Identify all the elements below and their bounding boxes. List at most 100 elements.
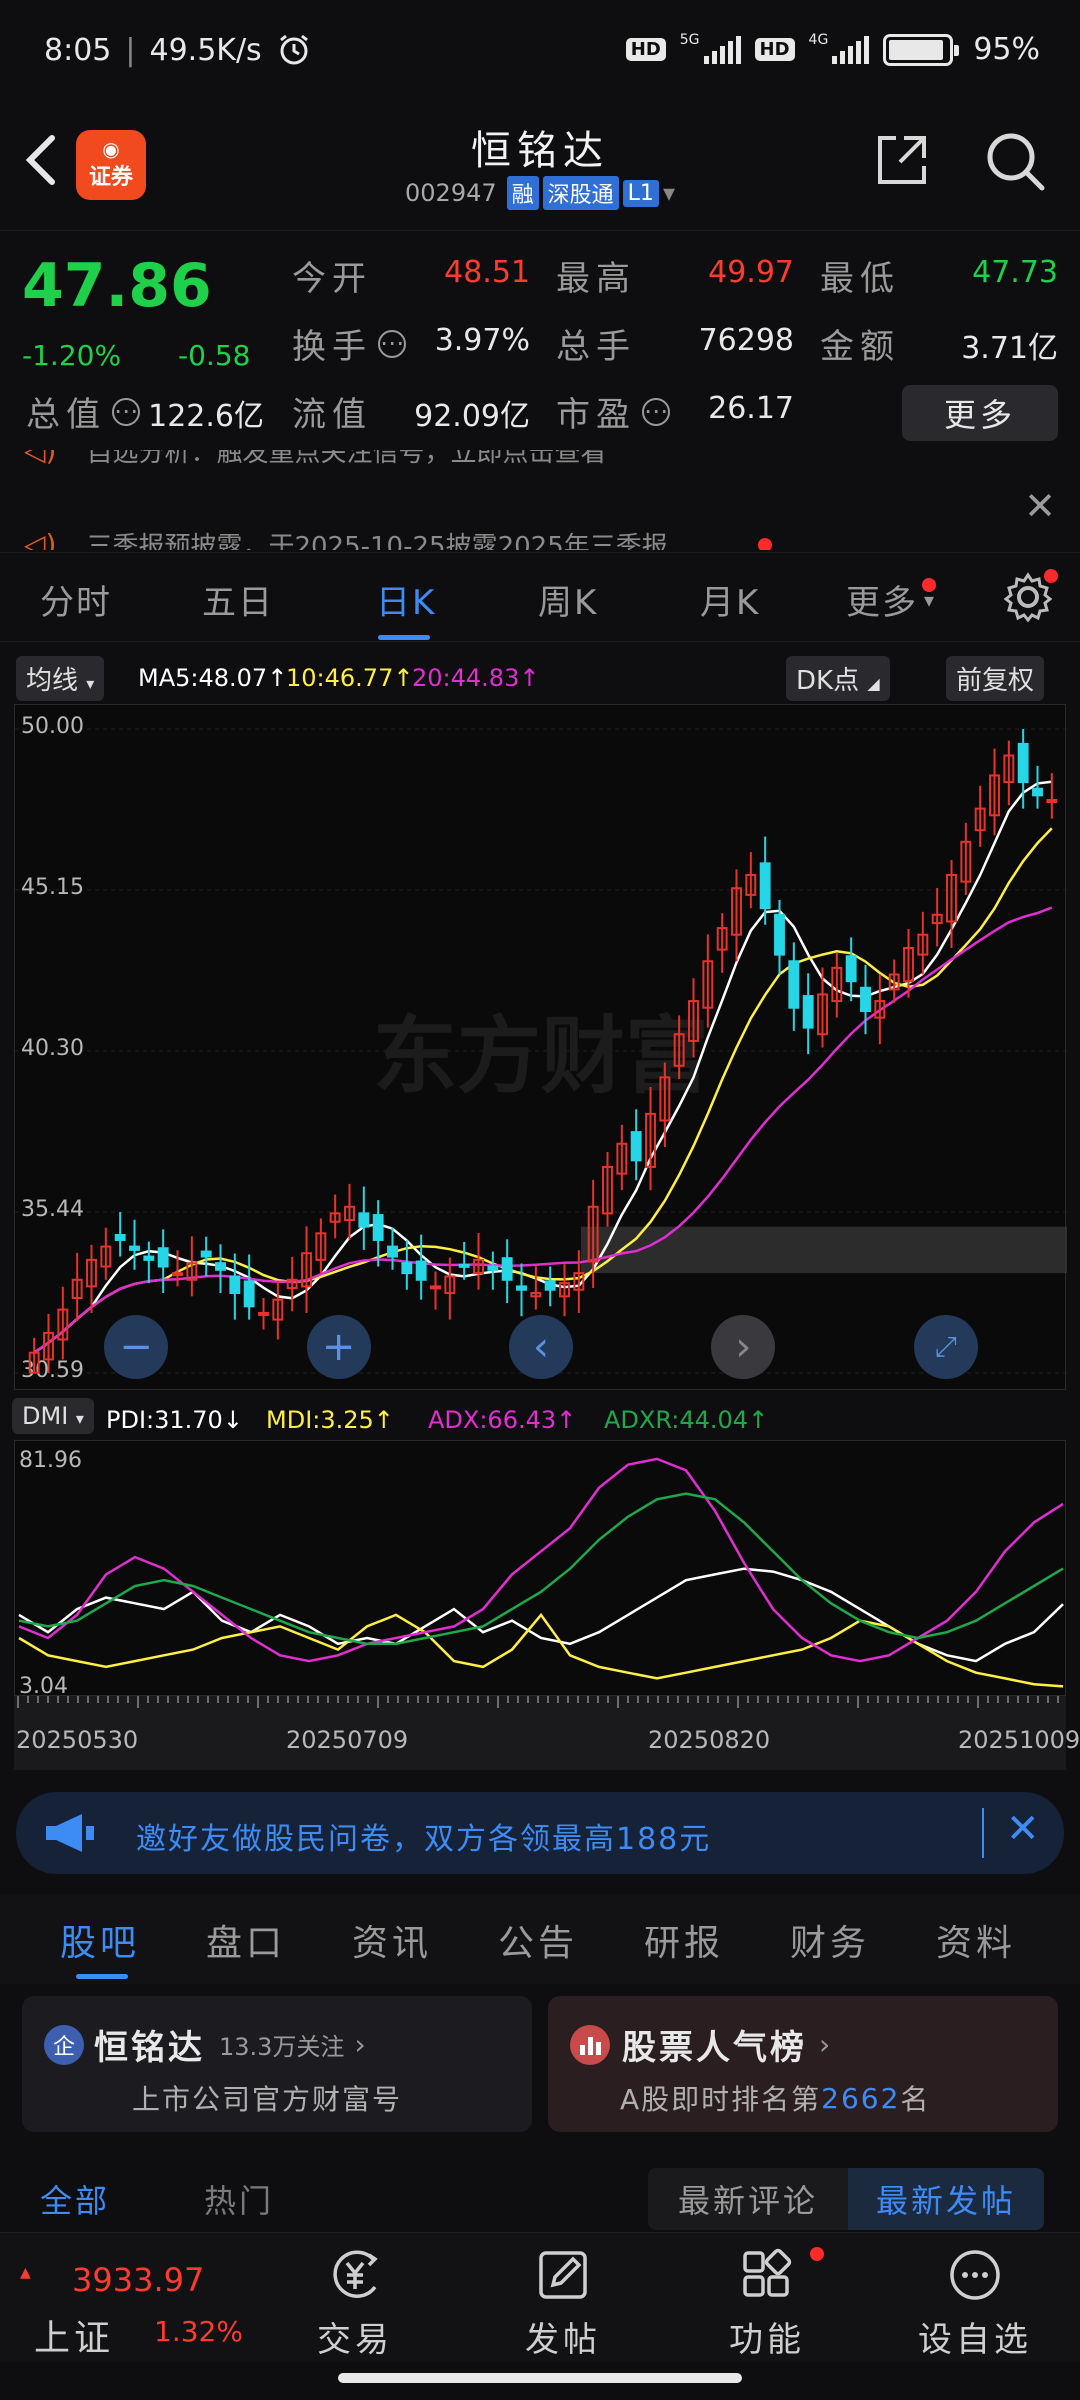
status-bar: 8:05 | 49.5K/s HD 5G HD 4G 95% xyxy=(0,0,1080,100)
tab-daily-k[interactable]: 日K xyxy=(376,575,436,624)
date-axis: 20250530 20250709 20250820 20251009 xyxy=(14,1696,1080,1770)
status-divider: | xyxy=(125,32,136,68)
alarm-icon xyxy=(279,34,308,65)
company-card[interactable]: 企 恒铭达 13.3万关注 › 上市公司官方财富号 xyxy=(22,1996,532,2132)
candle xyxy=(157,1229,169,1294)
tab-monthly-k[interactable]: 月K xyxy=(700,575,760,624)
zoom-out-button[interactable]: − xyxy=(104,1315,169,1379)
sort-latest-comment[interactable]: 最新评论 xyxy=(648,2168,848,2230)
ma-toggle[interactable]: 均线 ▾ xyxy=(16,656,105,701)
tab-five-day[interactable]: 五日 xyxy=(202,575,274,624)
popularity-card[interactable]: 股票人气榜 › A股即时排名第 2662 名 xyxy=(548,1996,1058,2132)
tab-more[interactable]: 更多 ▾ xyxy=(846,575,937,624)
bottom-nav: ▲ 3933.97 上证 1.32% 交易 发帖 功能 设自选 xyxy=(0,2232,1080,2362)
tab-announcements[interactable]: 公告 xyxy=(498,1914,578,1966)
sort-latest-post[interactable]: 最新发帖 xyxy=(848,2168,1044,2230)
close-notice-button[interactable]: ✕ xyxy=(1024,484,1056,528)
watermark: 东方财富 xyxy=(373,1007,709,1105)
mktcap-info[interactable]: 总值 ⋯ xyxy=(26,387,140,436)
tab-order-book[interactable]: 盘口 xyxy=(206,1914,286,1966)
float-label: 流值 xyxy=(292,395,372,435)
candle xyxy=(458,1241,470,1280)
candle xyxy=(831,952,843,1018)
float-value: 92.09亿 xyxy=(414,399,530,434)
banner-divider xyxy=(982,1808,984,1858)
hd-badge: HD xyxy=(625,38,666,61)
dmi-chart[interactable]: 81.96 3.04 xyxy=(14,1440,1066,1697)
tab-forum[interactable]: 股吧 xyxy=(60,1914,140,1966)
index-change: 1.32% xyxy=(154,2315,243,2348)
close-banner-button[interactable]: ✕ xyxy=(1006,1806,1040,1852)
ma20-value: 20:44.83↑ xyxy=(412,664,540,692)
tab-news[interactable]: 资讯 xyxy=(352,1914,432,1966)
candle xyxy=(200,1236,212,1277)
chevron-right-icon: › xyxy=(354,2028,366,2061)
more-quote-button[interactable]: 更多 xyxy=(902,385,1058,441)
tab-more-label: 更多 xyxy=(846,583,918,623)
unread-dot xyxy=(810,2247,824,2261)
volume-value: 76298 xyxy=(698,323,794,358)
plus-icon: + xyxy=(321,1324,356,1370)
y-tick-label: 81.96 xyxy=(19,1448,82,1473)
price-adjust-button[interactable]: 前复权 xyxy=(946,656,1045,701)
notice-item[interactable]: ◁) 自选分析：触发重点关注信号，立即点击查看 xyxy=(24,450,606,469)
pan-left-button[interactable]: ‹ xyxy=(508,1315,573,1379)
popularity-card-title: 股票人气榜 xyxy=(622,2028,807,2068)
share-button[interactable] xyxy=(874,132,930,192)
date-tick-label: 20250530 xyxy=(16,1726,139,1754)
turnover-info[interactable]: 换手 ⋯ xyxy=(292,319,406,368)
candle xyxy=(931,887,943,947)
stock-code: 002947 xyxy=(405,179,497,207)
mdi-line xyxy=(18,1612,1064,1688)
home-indicator[interactable] xyxy=(338,2373,742,2383)
dk-point-button[interactable]: DK点 ◢ xyxy=(786,656,890,701)
candle xyxy=(716,913,728,973)
chevron-right-icon: › xyxy=(819,2028,831,2061)
index-ticker[interactable]: ▲ 3933.97 上证 1.32% xyxy=(20,2233,250,2363)
notice-strip[interactable]: ◁) 自选分析：触发重点关注信号，立即点击查看 ◁) 三季报预披露，于2025-… xyxy=(0,450,1080,550)
pe-info[interactable]: 市盈 ⋯ xyxy=(556,387,670,436)
zoom-in-button[interactable]: + xyxy=(306,1315,371,1379)
fullscreen-button[interactable]: ⤢ xyxy=(913,1315,978,1379)
nav-trade[interactable]: 交易 xyxy=(280,2247,430,2361)
filter-hot[interactable]: 热门 xyxy=(204,2168,274,2230)
search-button[interactable] xyxy=(984,130,1046,196)
network-type-4g: 4G xyxy=(808,32,829,48)
candle xyxy=(802,973,814,1055)
candle xyxy=(559,1264,570,1317)
chart-settings-button[interactable] xyxy=(1002,569,1058,627)
date-tick-label: 20250709 xyxy=(286,1726,409,1754)
candle xyxy=(143,1241,155,1284)
chart-controls: − + ‹ › ⤢ xyxy=(15,1315,1067,1379)
nav-trade-label: 交易 xyxy=(317,2320,393,2360)
edit-icon xyxy=(539,2251,587,2299)
nav-functions[interactable]: 功能 xyxy=(692,2247,842,2361)
signal-icon-2 xyxy=(832,35,870,64)
k-line-chart[interactable]: 50.00 45.15 40.30 35.44 30.59 东方财富 − + ‹ › ⤢ xyxy=(14,704,1067,1390)
y-tick-label: 50.00 xyxy=(21,714,84,739)
filter-all[interactable]: 全部 xyxy=(40,2168,110,2230)
nav-post[interactable]: 发帖 xyxy=(488,2247,638,2361)
pe-value: 26.17 xyxy=(708,391,794,426)
tab-research[interactable]: 研报 xyxy=(644,1914,724,1966)
open-value: 48.51 xyxy=(444,255,530,290)
amount-value: 3.71亿 xyxy=(961,331,1058,366)
pe-label: 市盈 xyxy=(556,395,636,435)
caret-down-icon: ▾ xyxy=(86,674,95,693)
rank-suffix: 名 xyxy=(900,2083,931,2116)
tab-profile[interactable]: 资料 xyxy=(936,1914,1016,1966)
open-label: 今开 xyxy=(292,259,372,299)
adx-line xyxy=(18,1457,1064,1663)
tab-financials[interactable]: 财务 xyxy=(790,1914,870,1966)
nav-add-watchlist[interactable]: 设自选 xyxy=(900,2247,1050,2361)
candle xyxy=(301,1226,312,1313)
pan-right-button[interactable]: › xyxy=(711,1315,776,1379)
high-label: 最高 xyxy=(556,259,636,299)
notice-item[interactable]: ◁) 三季报预披露，于2025-10-25披露2025年三季报 xyxy=(24,526,772,550)
tab-intraday[interactable]: 分时 xyxy=(40,575,112,624)
popularity-card-header: 股票人气榜 › xyxy=(570,2020,830,2069)
indicator-toggle[interactable]: DMI ▾ xyxy=(12,1398,94,1434)
tab-weekly-k[interactable]: 周K xyxy=(538,575,598,624)
promo-banner[interactable]: 邀好友做股民问卷，双方各领最高188元 ✕ xyxy=(16,1792,1064,1874)
rank-value: 2662 xyxy=(821,2081,901,2115)
